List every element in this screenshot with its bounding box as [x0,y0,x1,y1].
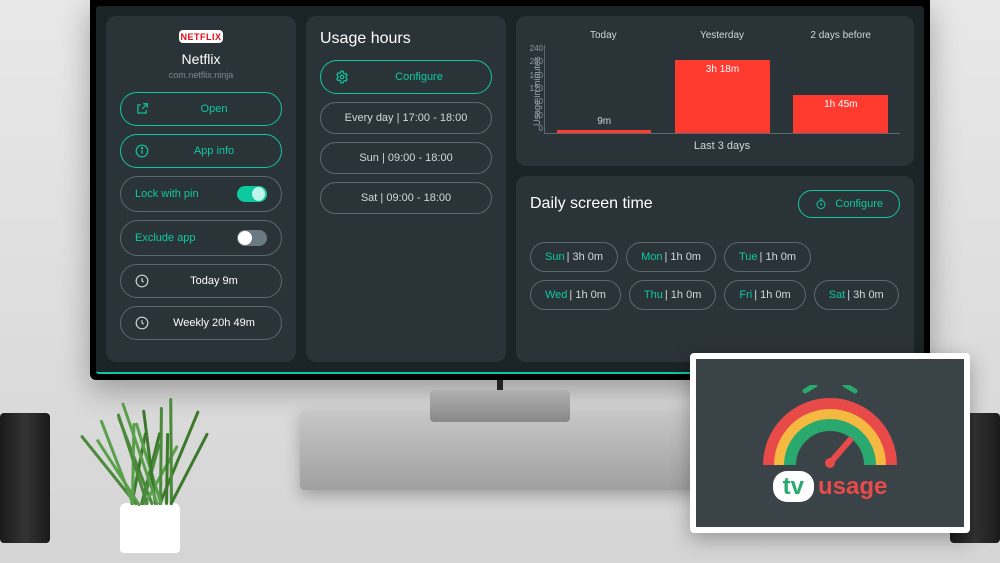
usage-rule-label: Sun | 09:00 - 18:00 [335,152,477,164]
day-name: Mon [641,251,662,263]
day-chip[interactable]: Fri | 1h 0m [724,280,805,310]
day-chip[interactable]: Tue | 1h 0m [724,242,811,272]
day-name: Tue [739,251,758,263]
day-chip[interactable]: Mon | 1h 0m [626,242,716,272]
app-logo: NETFLIX [179,30,223,43]
configure-label: Configure [835,198,883,210]
day-chip[interactable]: Sat | 3h 0m [814,280,899,310]
clock-icon [135,274,149,288]
chart-bar: 9m [557,130,652,133]
chart-yticks: 240200 160120 8040 0 [523,45,543,133]
plant-decor [90,393,210,553]
chart-bar: 1h 45m [793,95,888,134]
usage-hours-title: Usage hours [320,30,492,48]
badge-text: tvusage [755,473,905,501]
day-value: | 3h 0m [567,251,604,263]
app-info-button[interactable]: App info [120,134,282,168]
day-chip[interactable]: Sun | 3h 0m [530,242,618,272]
day-value: | 1h 0m [665,289,702,301]
day-chip[interactable]: Thu | 1h 0m [629,280,716,310]
chart-headers: Today Yesterday 2 days before [544,30,900,45]
app-package: com.netflix.ninja [169,70,234,80]
usage-rule[interactable]: Every day | 17:00 - 18:00 [320,102,492,134]
lock-with-pin-label: Lock with pin [135,188,237,200]
room-speaker-left [0,413,50,543]
toggle-on-icon [237,186,267,202]
day-value: | 1h 0m [760,251,797,263]
tv-screen: NETFLIX Netflix com.netflix.ninja Open A… [96,6,924,374]
bar-label: 3h 18m [675,64,770,75]
app-info-label: App info [161,145,267,157]
usage-rule[interactable]: Sun | 09:00 - 18:00 [320,142,492,174]
weekly-usage: Weekly 20h 49m [120,306,282,340]
usage-rule-label: Sat | 09:00 - 18:00 [335,192,477,204]
chart-title: Last 3 days [544,134,900,152]
usage-hours-configure-button[interactable]: Configure [320,60,492,94]
bar-label: 9m [557,116,652,127]
app-panel: NETFLIX Netflix com.netflix.ninja Open A… [106,16,296,362]
chart-plot: 240200 160120 8040 0 9m 3h 18m 1h 45m [544,45,900,134]
day-chip[interactable]: Wed | 1h 0m [530,280,621,310]
day-value: | 1h 0m [569,289,606,301]
today-usage: Today 9m [120,264,282,298]
lock-with-pin-toggle[interactable]: Lock with pin [120,176,282,212]
usage-hours-panel: Usage hours Configure Every day | 17:00 … [306,16,506,362]
chart-header: Yesterday [663,30,782,45]
day-value: | 3h 0m [847,289,884,301]
av-stand [300,410,700,490]
exclude-app-label: Exclude app [135,232,237,244]
bar-label: 1h 45m [793,99,888,110]
day-name: Thu [644,289,663,301]
usage-rule[interactable]: Sat | 09:00 - 18:00 [320,182,492,214]
exclude-app-toggle[interactable]: Exclude app [120,220,282,256]
daily-configure-button[interactable]: Configure [798,190,900,218]
day-value: | 1h 0m [754,289,791,301]
toggle-off-icon [237,230,267,246]
app-name: Netflix [182,51,221,67]
day-value: | 1h 0m [664,251,701,263]
soundbar [430,390,570,422]
chart-header: 2 days before [781,30,900,45]
tv-frame: NETFLIX Netflix com.netflix.ninja Open A… [90,0,930,380]
gear-icon [335,70,349,84]
open-icon [135,102,149,116]
day-name: Sat [829,289,846,301]
day-grid: Sun | 3h 0mMon | 1h 0mTue | 1h 0mWed | 1… [530,242,900,310]
day-name: Wed [545,289,567,301]
info-icon [135,144,149,158]
right-column: Usage in minutes Today Yesterday 2 days … [516,16,914,362]
app-badge: tvusage [690,353,970,533]
weekly-usage-label: Weekly 20h 49m [161,317,267,329]
daily-title: Daily screen time [530,195,653,213]
open-button[interactable]: Open [120,92,282,126]
daily-screen-time-panel: Daily screen time Configure Sun | 3h 0m M… [516,176,914,362]
day-name: Fri [739,289,752,301]
usage-rule-label: Every day | 17:00 - 18:00 [335,112,477,124]
gauge-icon [755,385,905,465]
clock-icon [135,316,149,330]
chart-header: Today [544,30,663,45]
configure-label: Configure [361,71,477,83]
day-name: Sun [545,251,565,263]
chart-bar: 3h 18m [675,60,770,133]
timer-icon [815,198,827,210]
open-label: Open [161,103,267,115]
usage-chart-panel: Usage in minutes Today Yesterday 2 days … [516,16,914,166]
today-usage-label: Today 9m [161,275,267,287]
